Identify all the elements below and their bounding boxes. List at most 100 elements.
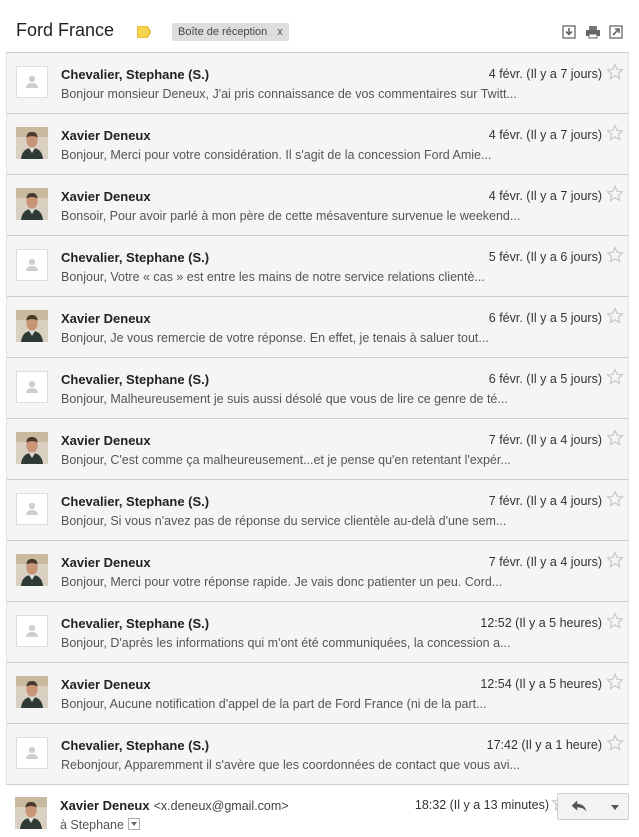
collapsed-message[interactable]: Xavier Deneux Bonsoir, Pour avoir parlé à… — [6, 175, 629, 236]
new-window-icon[interactable] — [609, 25, 623, 39]
message-snippet: Bonjour monsieur Deneux, J'ai pris conna… — [61, 87, 517, 101]
user-photo-icon — [16, 127, 48, 159]
user-photo-icon — [16, 676, 48, 708]
sender-name: Chevalier, Stephane (S.) — [61, 738, 210, 753]
collapsed-message[interactable]: Chevalier, Stephane (S.) Bonjour, Votre «… — [6, 236, 629, 297]
sender-name: Xavier Deneux — [61, 433, 151, 448]
message-date: 6 févr. (Il y a 5 jours) — [488, 311, 602, 325]
message-date: 7 févr. (Il y a 4 jours) — [488, 494, 602, 508]
default-avatar-icon — [16, 371, 48, 403]
star-icon[interactable] — [606, 124, 624, 142]
message-date: 4 févr. (Il y a 7 jours) — [488, 128, 602, 142]
message-date: 4 févr. (Il y a 7 jours) — [488, 189, 602, 203]
sender-avatar — [16, 554, 48, 586]
message-thread: Chevalier, Stephane (S.) Bonjour monsieur… — [6, 52, 629, 785]
sender-avatar — [16, 66, 48, 98]
message-snippet: Bonsoir, Pour avoir parlé à mon père de … — [61, 209, 521, 223]
sender-avatar — [16, 371, 48, 403]
message-date: 7 févr. (Il y a 4 jours) — [488, 555, 602, 569]
collapsed-message[interactable]: Xavier Deneux Bonjour, Merci pour votre r… — [6, 541, 629, 602]
sender-avatar — [16, 493, 48, 525]
message-snippet: Bonjour, Votre « cas » est entre les mai… — [61, 270, 485, 284]
message-snippet: Rebonjour, Apparemment il s'avère que le… — [61, 758, 520, 772]
sender-name: Xavier Deneux — [61, 128, 151, 143]
default-avatar-icon — [16, 737, 48, 769]
collapsed-message[interactable]: Xavier Deneux Bonjour, Aucune notificatio… — [6, 663, 629, 724]
message-date: 17:42 (Il y a 1 heure) — [486, 738, 602, 752]
message-date: 18:32 (Il y a 13 minutes) — [414, 798, 549, 812]
sender-avatar — [15, 797, 47, 829]
star-icon[interactable] — [606, 734, 624, 752]
message-date: 5 févr. (Il y a 6 jours) — [488, 250, 602, 264]
star-icon[interactable] — [606, 429, 624, 447]
sender-name: Chevalier, Stephane (S.) — [61, 67, 210, 82]
star-icon[interactable] — [606, 490, 624, 508]
default-avatar-icon — [16, 66, 48, 98]
collapsed-message[interactable]: Chevalier, Stephane (S.) Bonjour, Malheur… — [6, 358, 629, 419]
sender-name: Xavier Deneux — [61, 311, 151, 326]
message-snippet: Bonjour, Merci pour votre considération.… — [61, 148, 492, 162]
user-photo-icon — [16, 554, 48, 586]
sender-name: Chevalier, Stephane (S.) — [61, 372, 210, 387]
default-avatar-icon — [16, 615, 48, 647]
show-details-toggle[interactable] — [127, 818, 140, 830]
user-photo-icon — [16, 432, 48, 464]
message-date: 4 févr. (Il y a 7 jours) — [488, 67, 602, 81]
collapsed-message[interactable]: Chevalier, Stephane (S.) Bonjour, Si vous… — [6, 480, 629, 541]
print-icon[interactable] — [586, 25, 600, 39]
sender-avatar — [16, 310, 48, 342]
sender-name: Xavier Deneux — [61, 189, 151, 204]
user-photo-icon — [15, 797, 47, 829]
star-icon[interactable] — [606, 185, 624, 203]
sender-avatar — [16, 737, 48, 769]
expanded-message: Xavier Deneux <x.deneux@gmail.com> à Step… — [6, 785, 629, 837]
star-icon[interactable] — [606, 63, 624, 81]
message-date: 12:54 (Il y a 5 heures) — [480, 677, 602, 691]
star-icon[interactable] — [606, 368, 624, 386]
remove-label-button[interactable]: x — [277, 26, 283, 38]
collapsed-message[interactable]: Chevalier, Stephane (S.) Rebonjour, Appar… — [6, 724, 629, 785]
collapsed-message[interactable]: Xavier Deneux Bonjour, C'est comme ça mal… — [6, 419, 629, 480]
user-photo-icon — [16, 188, 48, 220]
more-options-button[interactable] — [602, 793, 629, 820]
message-date: 6 févr. (Il y a 5 jours) — [488, 372, 602, 386]
star-icon[interactable] — [606, 673, 624, 691]
message-date: 7 févr. (Il y a 4 jours) — [488, 433, 602, 447]
sender-avatar — [16, 615, 48, 647]
reply-button[interactable] — [557, 793, 603, 820]
message-snippet: Bonjour, Aucune notification d'appel de … — [61, 697, 487, 711]
star-icon[interactable] — [606, 246, 624, 264]
star-icon[interactable] — [606, 551, 624, 569]
sender-avatar — [16, 188, 48, 220]
sender-avatar — [16, 432, 48, 464]
sender-name[interactable]: Xavier Deneux — [60, 798, 150, 813]
reply-icon — [571, 800, 587, 812]
thread-subject: Ford France — [16, 20, 115, 40]
message-snippet: Bonjour, Malheureusement je suis aussi d… — [61, 392, 508, 406]
default-avatar-icon — [16, 493, 48, 525]
collapsed-message[interactable]: Chevalier, Stephane (S.) Bonjour monsieur… — [6, 53, 629, 114]
thread-header: Ford France Boîte de réception x — [0, 0, 639, 52]
sender-avatar — [16, 249, 48, 281]
collapsed-message[interactable]: Xavier Deneux Bonjour, Merci pour votre c… — [6, 114, 629, 175]
sender-email: <x.deneux@gmail.com> — [153, 799, 289, 813]
collapsed-message[interactable]: Chevalier, Stephane (S.) Bonjour, D'après… — [6, 602, 629, 663]
message-snippet: Bonjour, D'après les informations qui m'… — [61, 636, 511, 650]
recipient-text: à Stephane — [60, 818, 124, 832]
star-icon[interactable] — [606, 612, 624, 630]
sender-name: Chevalier, Stephane (S.) — [61, 250, 210, 265]
inbox-label-chip: Boîte de réception x — [172, 23, 289, 41]
sender-name: Chevalier, Stephane (S.) — [61, 494, 210, 509]
important-marker-icon[interactable] — [137, 26, 151, 38]
sender-line: Xavier Deneux <x.deneux@gmail.com> — [60, 798, 289, 813]
sender-avatar — [16, 127, 48, 159]
download-icon[interactable] — [562, 25, 576, 39]
collapsed-message[interactable]: Xavier Deneux Bonjour, Je vous remercie d… — [6, 297, 629, 358]
message-snippet: Bonjour, Merci pour votre réponse rapide… — [61, 575, 503, 589]
user-photo-icon — [16, 310, 48, 342]
sender-name: Chevalier, Stephane (S.) — [61, 616, 210, 631]
sender-name: Xavier Deneux — [61, 677, 151, 692]
message-date: 12:52 (Il y a 5 heures) — [480, 616, 602, 630]
default-avatar-icon — [16, 249, 48, 281]
star-icon[interactable] — [606, 307, 624, 325]
